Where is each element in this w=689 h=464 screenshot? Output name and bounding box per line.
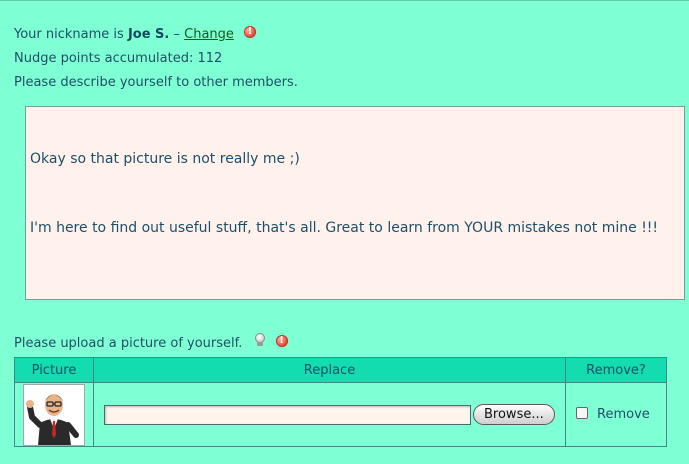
avatar bbox=[23, 383, 85, 446]
file-upload-control: Browse... bbox=[94, 404, 565, 425]
description-line-2: I'm here to find out useful stuff, that'… bbox=[30, 220, 659, 236]
nickname-prefix: Your nickname is bbox=[14, 27, 124, 42]
description-line-1: Okay so that picture is not really me ;) bbox=[30, 151, 300, 167]
remove-label[interactable]: Remove bbox=[597, 407, 650, 422]
upload-prompt-line: Please upload a picture of yourself. ! bbox=[14, 333, 288, 351]
picture-cell bbox=[14, 382, 94, 447]
file-path-input[interactable] bbox=[104, 404, 471, 425]
browse-button[interactable]: Browse... bbox=[473, 404, 555, 425]
remove-header: Remove? bbox=[565, 357, 667, 383]
change-nickname-link[interactable]: Change bbox=[184, 27, 234, 42]
upload-prompt: Please upload a picture of yourself. bbox=[14, 336, 243, 351]
warning-icon[interactable]: ! bbox=[244, 26, 257, 38]
top-divider bbox=[0, 0, 689, 1]
describe-prompt: Please describe yourself to other member… bbox=[14, 75, 298, 90]
nickname-value: Joe S. bbox=[127, 27, 170, 42]
description-textarea[interactable]: Okay so that picture is not really me ;)… bbox=[25, 106, 685, 300]
nudge-points-value: 112 bbox=[197, 51, 223, 66]
nudge-points-label: Nudge points accumulated: bbox=[14, 51, 194, 66]
nickname-line: Your nickname is Joe S. – Change ! bbox=[14, 26, 257, 42]
warning-icon[interactable]: ! bbox=[275, 335, 288, 347]
picture-table-row: Browse... Remove bbox=[14, 382, 667, 447]
picture-header: Picture bbox=[14, 357, 94, 383]
remove-cell: Remove bbox=[565, 382, 667, 447]
picture-table: Picture Replace Remove? Browse... Remove bbox=[14, 357, 667, 447]
nickname-separator: – bbox=[169, 27, 185, 42]
remove-checkbox[interactable] bbox=[576, 407, 588, 419]
lightbulb-icon[interactable] bbox=[254, 333, 266, 347]
replace-header: Replace bbox=[93, 357, 566, 383]
nudge-points-line: Nudge points accumulated: 112 bbox=[14, 51, 222, 66]
picture-table-header: Picture Replace Remove? bbox=[14, 357, 667, 383]
replace-cell: Browse... bbox=[93, 382, 566, 447]
